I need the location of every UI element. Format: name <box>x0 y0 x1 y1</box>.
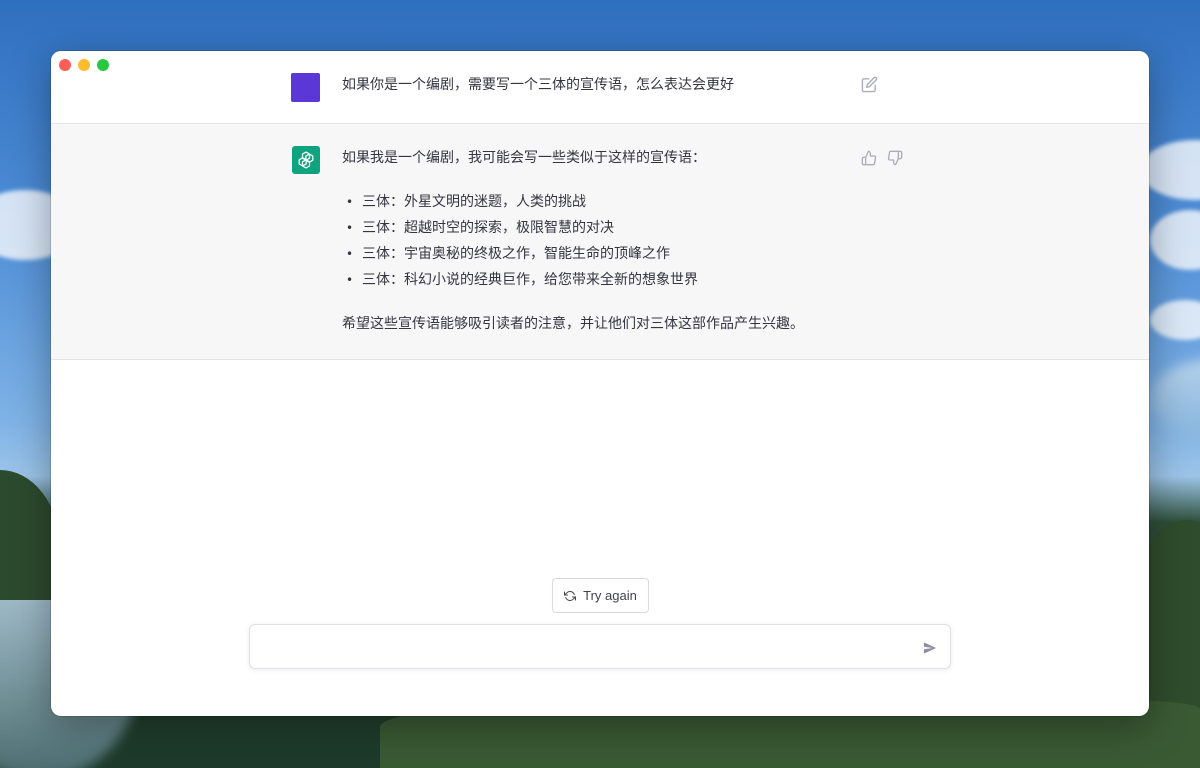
list-item: • 三体：超越时空的探索，极限智慧的对决 <box>342 218 862 244</box>
assistant-outro-text: 希望这些宣传语能够吸引读者的注意，并让他们对三体这部作品产生兴趣。 <box>342 316 804 332</box>
bullet: • <box>346 221 354 235</box>
assistant-avatar <box>292 146 320 174</box>
try-again-button[interactable]: Try again <box>552 578 649 613</box>
try-again-label: Try again <box>583 588 637 603</box>
assistant-intro-text: 如果我是一个编剧，我可能会写一些类似于这样的宣传语： <box>342 150 706 166</box>
list-item-text: 三体：宇宙奥秘的终极之作，智能生命的顶峰之作 <box>362 246 670 262</box>
assistant-message-content: 如果我是一个编剧，我可能会写一些类似于这样的宣传语： • 三体：外星文明的迷题，人… <box>342 148 862 334</box>
window-controls <box>59 59 109 71</box>
slogan-list: • 三体：外星文明的迷题，人类的挑战 • 三体：超越时空的探索，极限智慧的对决 • 三… <box>342 192 862 296</box>
message-composer <box>249 624 951 669</box>
assistant-logo-icon <box>298 151 314 169</box>
send-icon[interactable] <box>922 640 938 656</box>
list-item: • 三体：外星文明的迷题，人类的挑战 <box>342 192 862 218</box>
list-item-text: 三体：超越时空的探索，极限智慧的对决 <box>362 220 614 236</box>
bullet: • <box>346 273 354 287</box>
message-input[interactable] <box>262 635 902 659</box>
refresh-icon <box>564 590 577 601</box>
user-avatar <box>291 73 320 102</box>
assistant-message-row: 如果我是一个编剧，我可能会写一些类似于这样的宣传语： • 三体：外星文明的迷题，人… <box>51 124 1149 360</box>
zoom-button[interactable] <box>97 59 109 71</box>
bullet: • <box>346 195 354 209</box>
list-item: • 三体：科幻小说的经典巨作，给您带来全新的想象世界 <box>342 270 862 296</box>
list-item-text: 三体：科幻小说的经典巨作，给您带来全新的想象世界 <box>362 272 698 288</box>
thumbs-up-icon[interactable] <box>861 150 877 166</box>
minimize-button[interactable] <box>78 59 90 71</box>
bullet: • <box>346 247 354 261</box>
chat-window: 如果你是一个编剧，需要写一个三体的宣传语，怎么表达会更好 如果我是一个编剧，我可… <box>51 51 1149 716</box>
list-item-text: 三体：外星文明的迷题，人类的挑战 <box>362 194 586 210</box>
edit-icon[interactable] <box>861 76 878 93</box>
close-button[interactable] <box>59 59 71 71</box>
user-message-text: 如果你是一个编剧，需要写一个三体的宣传语，怎么表达会更好 <box>342 77 734 93</box>
thumbs-down-icon[interactable] <box>887 150 903 166</box>
list-item: • 三体：宇宙奥秘的终极之作，智能生命的顶峰之作 <box>342 244 862 270</box>
user-message-row: 如果你是一个编剧，需要写一个三体的宣传语，怎么表达会更好 <box>51 51 1149 124</box>
